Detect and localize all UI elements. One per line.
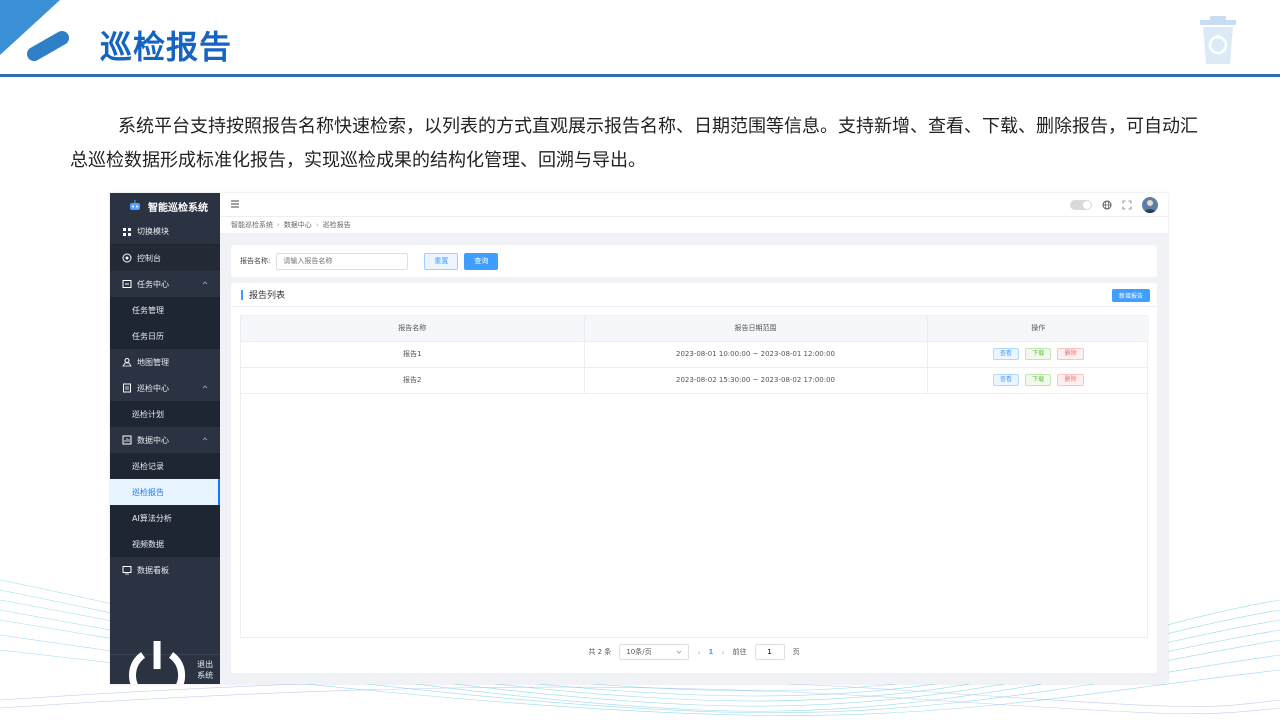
page-size-value: 10条/页: [626, 648, 652, 656]
page-number-1[interactable]: 1: [709, 648, 714, 656]
sidebar-item-patrol-report[interactable]: 巡检报告: [110, 479, 220, 505]
sidebar-item-console[interactable]: 控制台: [110, 245, 220, 271]
sidebar-logo-text: 智能巡检系统: [148, 202, 208, 214]
breadcrumb: 智能巡检系统 › 数据中心 › 巡检报告: [220, 217, 1168, 234]
prev-page-button[interactable]: ‹: [697, 648, 700, 657]
globe-icon[interactable]: [1102, 200, 1112, 210]
goto-prefix: 前往: [732, 648, 747, 656]
header-rule: [0, 74, 1280, 77]
reset-button[interactable]: 重置: [424, 252, 459, 270]
data-icon: [122, 435, 132, 445]
chevron-up-icon: [202, 437, 208, 441]
report-list-title: 报告列表: [249, 291, 286, 301]
app-window: 智能巡检系统 切换模块 控制台 任务中心 任务管理 任务日历 地图管理 巡检中心…: [110, 193, 1168, 684]
goto-suffix: 页: [792, 648, 800, 656]
topbar-actions: [1070, 197, 1158, 213]
column-header-actions: 操作: [927, 316, 1149, 342]
fullscreen-icon[interactable]: [1122, 200, 1132, 210]
report-range-cell: 2023-08-01 10:00:00 ~ 2023-08-01 12:00:0…: [584, 341, 928, 368]
sidebar-item-patrol-plan[interactable]: 巡检计划: [110, 401, 220, 427]
report-range-cell: 2023-08-02 15:30:00 ~ 2023-08-02 17:00:0…: [584, 367, 928, 394]
add-report-button[interactable]: 新增报告: [1111, 289, 1150, 302]
report-list-card: 报告列表 新增报告 报告名称 报告日期范围 操作 报告1 2023-08-01 …: [231, 283, 1157, 673]
clipboard-icon: [123, 383, 131, 393]
view-button[interactable]: 查看: [992, 374, 1019, 386]
download-button[interactable]: 下载: [1025, 348, 1052, 360]
grid-icon: [123, 227, 131, 236]
column-header-name: 报告名称: [241, 316, 585, 342]
sidebar-item-switch-module[interactable]: 切换模块: [110, 219, 220, 245]
view-button[interactable]: 查看: [992, 348, 1019, 360]
report-table: 报告名称 报告日期范围 操作 报告1 2023-08-01 10:00:00 ~…: [240, 315, 1149, 638]
pagination-total: 共 2 条: [588, 648, 612, 656]
slide-header: 巡检报告: [0, 0, 1280, 80]
sidebar-item-data-board[interactable]: 数据看板: [110, 557, 220, 583]
sidebar-item-ai-analysis[interactable]: AI算法分析: [110, 505, 220, 531]
table-row: 报告1 2023-08-01 10:00:00 ~ 2023-08-01 12:…: [241, 341, 1149, 368]
corner-decoration: [0, 0, 69, 61]
sidebar-item-task-calendar[interactable]: 任务日历: [110, 323, 220, 349]
column-header-range: 报告日期范围: [584, 316, 928, 342]
title-accent-bar: [241, 289, 243, 300]
actions-cell: 查看 下载 删除: [927, 341, 1149, 368]
power-icon: [129, 641, 186, 684]
table-row: 报告2 2023-08-02 15:30:00 ~ 2023-08-02 17:…: [241, 367, 1149, 394]
sidebar-item-patrol-record[interactable]: 巡检记录: [110, 453, 220, 479]
logout-button[interactable]: 退出系统: [110, 641, 220, 684]
robot-icon: [130, 200, 140, 210]
sidebar-item-video-data[interactable]: 视频数据: [110, 531, 220, 557]
report-name-input[interactable]: [276, 252, 409, 270]
user-avatar-icon: [1144, 200, 1156, 213]
dashboard-icon: [122, 253, 132, 263]
delete-button[interactable]: 删除: [1057, 374, 1084, 386]
chevron-up-icon: [202, 281, 208, 285]
sidebar-item-patrol-center[interactable]: 巡检中心: [110, 375, 220, 401]
sidebar-item-task-center[interactable]: 任务中心: [110, 271, 220, 297]
slide-title: 巡检报告: [100, 28, 233, 66]
download-button[interactable]: 下载: [1025, 374, 1052, 386]
pagination: 共 2 条 10条/页 ‹ 1 › 前往 页: [231, 638, 1157, 666]
actions-cell: 查看 下载 删除: [927, 367, 1149, 394]
theme-toggle[interactable]: [1070, 200, 1092, 210]
sidebar-item-map-manage[interactable]: 地图管理: [110, 349, 220, 375]
search-form: 报告名称: 重置 查询: [231, 245, 1157, 277]
sidebar-item-data-center[interactable]: 数据中心: [110, 427, 220, 453]
breadcrumb-item-system[interactable]: 智能巡检系统: [231, 220, 273, 230]
task-icon: [122, 280, 132, 288]
monitor-icon: [122, 566, 132, 575]
menu-icon[interactable]: [230, 199, 240, 209]
query-button[interactable]: 查询: [464, 252, 499, 270]
next-page-button[interactable]: ›: [721, 648, 724, 657]
sidebar: 智能巡检系统 切换模块 控制台 任务中心 任务管理 任务日历 地图管理 巡检中心…: [110, 193, 220, 684]
report-name-cell: 报告2: [241, 367, 585, 394]
delete-button[interactable]: 删除: [1057, 348, 1084, 360]
report-name-cell: 报告1: [241, 341, 585, 368]
goto-page-input[interactable]: [754, 644, 785, 660]
report-name-label: 报告名称:: [240, 257, 271, 265]
avatar[interactable]: [1142, 197, 1158, 213]
main-content: 智能巡检系统 › 数据中心 › 巡检报告 报告名称: 重置 查询 报告列表 新增…: [220, 193, 1168, 684]
map-icon: [122, 358, 132, 367]
table-header-row: 报告名称 报告日期范围 操作: [241, 316, 1149, 342]
report-list-header: 报告列表 新增报告: [231, 283, 1157, 307]
breadcrumb-separator-icon: ›: [277, 221, 280, 229]
recycle-bin-icon: [1200, 16, 1236, 64]
chevron-down-icon: [677, 650, 682, 654]
breadcrumb-item-report: 巡检报告: [322, 221, 351, 229]
chevron-up-icon: [202, 385, 208, 389]
breadcrumb-separator-icon: ›: [315, 221, 319, 229]
breadcrumb-item-data-center[interactable]: 数据中心: [284, 220, 312, 230]
slide-description: 系统平台支持按照报告名称快速检索，以列表的方式直观展示报告名称、日期范围等信息。…: [70, 116, 1198, 171]
page-size-select[interactable]: 10条/页: [619, 644, 690, 660]
topbar: [220, 193, 1168, 217]
sidebar-item-task-manage[interactable]: 任务管理: [110, 297, 220, 323]
sidebar-logo: 智能巡检系统: [110, 193, 220, 219]
